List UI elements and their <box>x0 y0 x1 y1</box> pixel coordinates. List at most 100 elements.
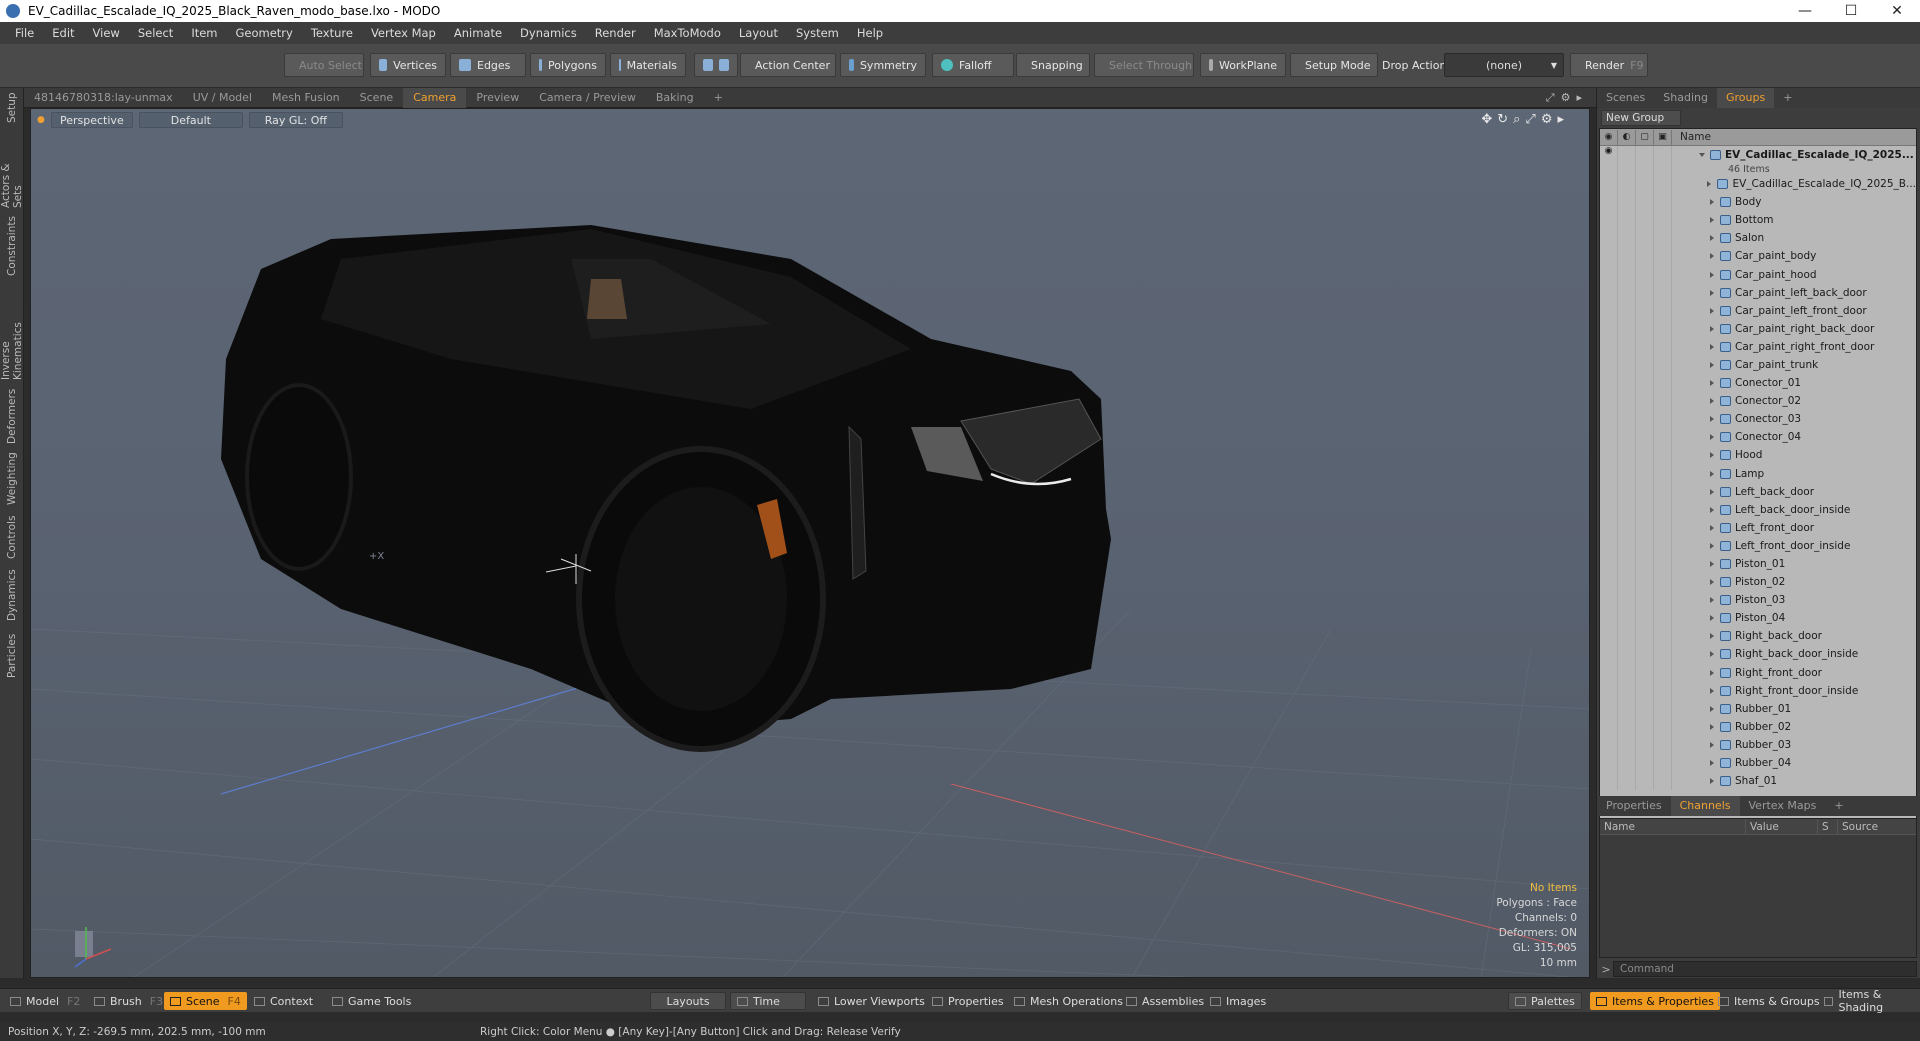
expand-arrow-icon[interactable] <box>1710 235 1714 242</box>
expand-arrow-icon[interactable] <box>1710 669 1714 676</box>
expand-arrow-icon[interactable] <box>1710 651 1714 658</box>
assemblies-button[interactable]: Assemblies <box>1120 992 1210 1010</box>
tab-uv-model[interactable]: UV / Model <box>183 88 262 108</box>
group-list-item[interactable]: Rubber_04 <box>1600 754 1916 773</box>
layout-brush-button[interactable]: Brush F3 <box>88 992 169 1010</box>
group-list-item[interactable]: Piston_04 <box>1600 609 1916 628</box>
menu-vertex-map[interactable]: Vertex Map <box>362 26 445 40</box>
snapping-button[interactable]: Snapping <box>1016 53 1090 77</box>
tab-weighting[interactable]: Weighting <box>2 452 22 506</box>
menu-layout[interactable]: Layout <box>730 26 787 40</box>
group-list-item[interactable]: Car_paint_right_back_door <box>1600 319 1916 338</box>
falloff-button[interactable]: Falloff <box>932 53 1014 77</box>
tab-baking[interactable]: Baking <box>646 88 704 108</box>
expand-arrow-icon[interactable] <box>1710 723 1714 730</box>
items-properties-button[interactable]: Items & Properties <box>1590 992 1720 1010</box>
group-list-item[interactable]: Car_paint_body <box>1600 247 1916 266</box>
expand-arrow-icon[interactable] <box>1710 271 1714 278</box>
group-list-item[interactable]: Conector_02 <box>1600 392 1916 411</box>
workplane-button[interactable]: WorkPlane <box>1200 53 1286 77</box>
shading-dropdown[interactable]: Default <box>138 112 243 128</box>
expand-arrow-icon[interactable] <box>1710 687 1714 694</box>
car-model[interactable] <box>221 225 1111 752</box>
group-list-item[interactable]: Left_front_door <box>1600 518 1916 537</box>
expand-arrow-icon[interactable] <box>1710 597 1714 604</box>
group-list-item[interactable]: Bottom <box>1600 211 1916 230</box>
menu-dynamics[interactable]: Dynamics <box>511 26 586 40</box>
render-column-icon[interactable]: ◐ <box>1618 129 1636 145</box>
expand-arrow-icon[interactable] <box>1710 778 1714 785</box>
group-list-item[interactable]: Right_front_door <box>1600 663 1916 682</box>
vertices-button[interactable]: Vertices <box>370 53 446 77</box>
expand-icon[interactable]: ⤢ <box>1546 91 1561 104</box>
menu-animate[interactable]: Animate <box>445 26 511 40</box>
group-list-item[interactable]: Car_paint_right_front_door <box>1600 337 1916 356</box>
select-column-icon[interactable]: ▣ <box>1654 129 1672 145</box>
tab-layout-unmax[interactable]: 481467803​18:lay-unmax <box>24 88 183 108</box>
expand-arrow-icon[interactable] <box>1710 217 1714 224</box>
group-list-item[interactable]: Right_back_door_inside <box>1600 645 1916 664</box>
selection-sets-button[interactable] <box>694 53 738 77</box>
group-list-item[interactable]: Right_back_door <box>1600 627 1916 646</box>
expand-arrow-icon[interactable] <box>1710 470 1714 477</box>
add-properties-tab-button[interactable]: + <box>1825 796 1852 816</box>
tab-scene[interactable]: Scene <box>350 88 404 108</box>
action-center-button[interactable]: Action Center <box>740 53 836 77</box>
edges-button[interactable]: Edges <box>450 53 526 77</box>
group-list-item[interactable]: Left_front_door_inside <box>1600 536 1916 555</box>
command-input[interactable]: Command <box>1613 961 1917 977</box>
tab-setup[interactable]: Setup <box>2 90 22 126</box>
tab-vertex-maps[interactable]: Vertex Maps <box>1740 796 1826 816</box>
items-shading-button[interactable]: Items & Shading <box>1818 988 1920 1014</box>
expand-arrow-icon[interactable] <box>1710 524 1714 531</box>
expand-arrow-icon[interactable] <box>1710 398 1714 405</box>
symmetry-button[interactable]: Symmetry <box>840 53 926 77</box>
add-panel-tab-button[interactable]: + <box>1774 88 1801 108</box>
group-list-item[interactable]: Conector_03 <box>1600 410 1916 429</box>
menu-file[interactable]: File <box>6 26 43 40</box>
menu-select[interactable]: Select <box>129 26 182 40</box>
menu-help[interactable]: Help <box>848 26 892 40</box>
tab-actors-sets[interactable]: Actors & Sets <box>0 138 24 208</box>
menu-edit[interactable]: Edit <box>43 26 83 40</box>
layout-model-button[interactable]: Model F2 <box>4 992 86 1010</box>
group-list-item[interactable]: EV_Cadillac_Escalade_IQ_2025_B... <box>1600 175 1916 194</box>
expand-arrow-icon[interactable] <box>1710 705 1714 712</box>
group-list-item[interactable]: Car_paint_trunk <box>1600 355 1916 375</box>
eye-icon[interactable]: ◉ <box>1600 146 1618 163</box>
menu-maxtomodo[interactable]: MaxToModo <box>645 26 730 40</box>
visibility-column-icon[interactable]: ◉ <box>1600 129 1618 145</box>
expand-arrow-icon[interactable] <box>1710 633 1714 640</box>
palettes-button[interactable]: Palettes <box>1508 992 1582 1010</box>
group-list-item[interactable]: Conector_01 <box>1600 374 1916 393</box>
group-list-item[interactable]: Left_back_door <box>1600 482 1916 501</box>
materials-button[interactable]: Materials <box>610 53 686 77</box>
menu-system[interactable]: System <box>787 26 848 40</box>
group-list-item[interactable]: Piston_03 <box>1600 591 1916 610</box>
group-list-item[interactable]: Piston_01 <box>1600 554 1916 574</box>
setup-mode-button[interactable]: Setup Mode <box>1290 53 1378 77</box>
lock-column-icon[interactable]: ▢ <box>1636 129 1654 145</box>
arrow-right-icon[interactable]: ▸ <box>1576 91 1588 104</box>
expand-arrow-icon[interactable] <box>1710 434 1714 441</box>
expand-arrow-icon[interactable] <box>1710 506 1714 513</box>
tab-groups[interactable]: Groups <box>1716 88 1775 108</box>
expand-arrow-icon[interactable] <box>1710 289 1714 296</box>
raygl-toggle[interactable]: Ray GL: Off <box>248 112 343 128</box>
layout-scene-button[interactable]: Scene F4 <box>164 992 247 1010</box>
expand-arrow-icon[interactable] <box>1710 380 1714 387</box>
add-tab-button[interactable]: + <box>704 88 733 108</box>
group-list-item[interactable]: Body <box>1600 193 1916 212</box>
expand-arrow-icon[interactable] <box>1710 488 1714 495</box>
menu-item[interactable]: Item <box>182 26 226 40</box>
expand-arrow-icon[interactable] <box>1707 181 1712 188</box>
group-list-item[interactable]: Car_paint_left_back_door <box>1600 283 1916 302</box>
group-list-item[interactable]: Right_front_door_inside <box>1600 681 1916 700</box>
menu-view[interactable]: View <box>84 26 129 40</box>
group-root-row[interactable]: ◉ EV_Cadillac_Escalade_IQ_2025... <box>1600 146 1916 163</box>
auto-select-button[interactable]: Auto Select <box>284 53 364 77</box>
tab-mesh-fusion[interactable]: Mesh Fusion <box>262 88 350 108</box>
layouts-button[interactable]: Layouts <box>650 992 726 1010</box>
properties-button[interactable]: Properties <box>926 992 1010 1010</box>
arrow-right-icon[interactable]: ▸ <box>1557 112 1569 127</box>
